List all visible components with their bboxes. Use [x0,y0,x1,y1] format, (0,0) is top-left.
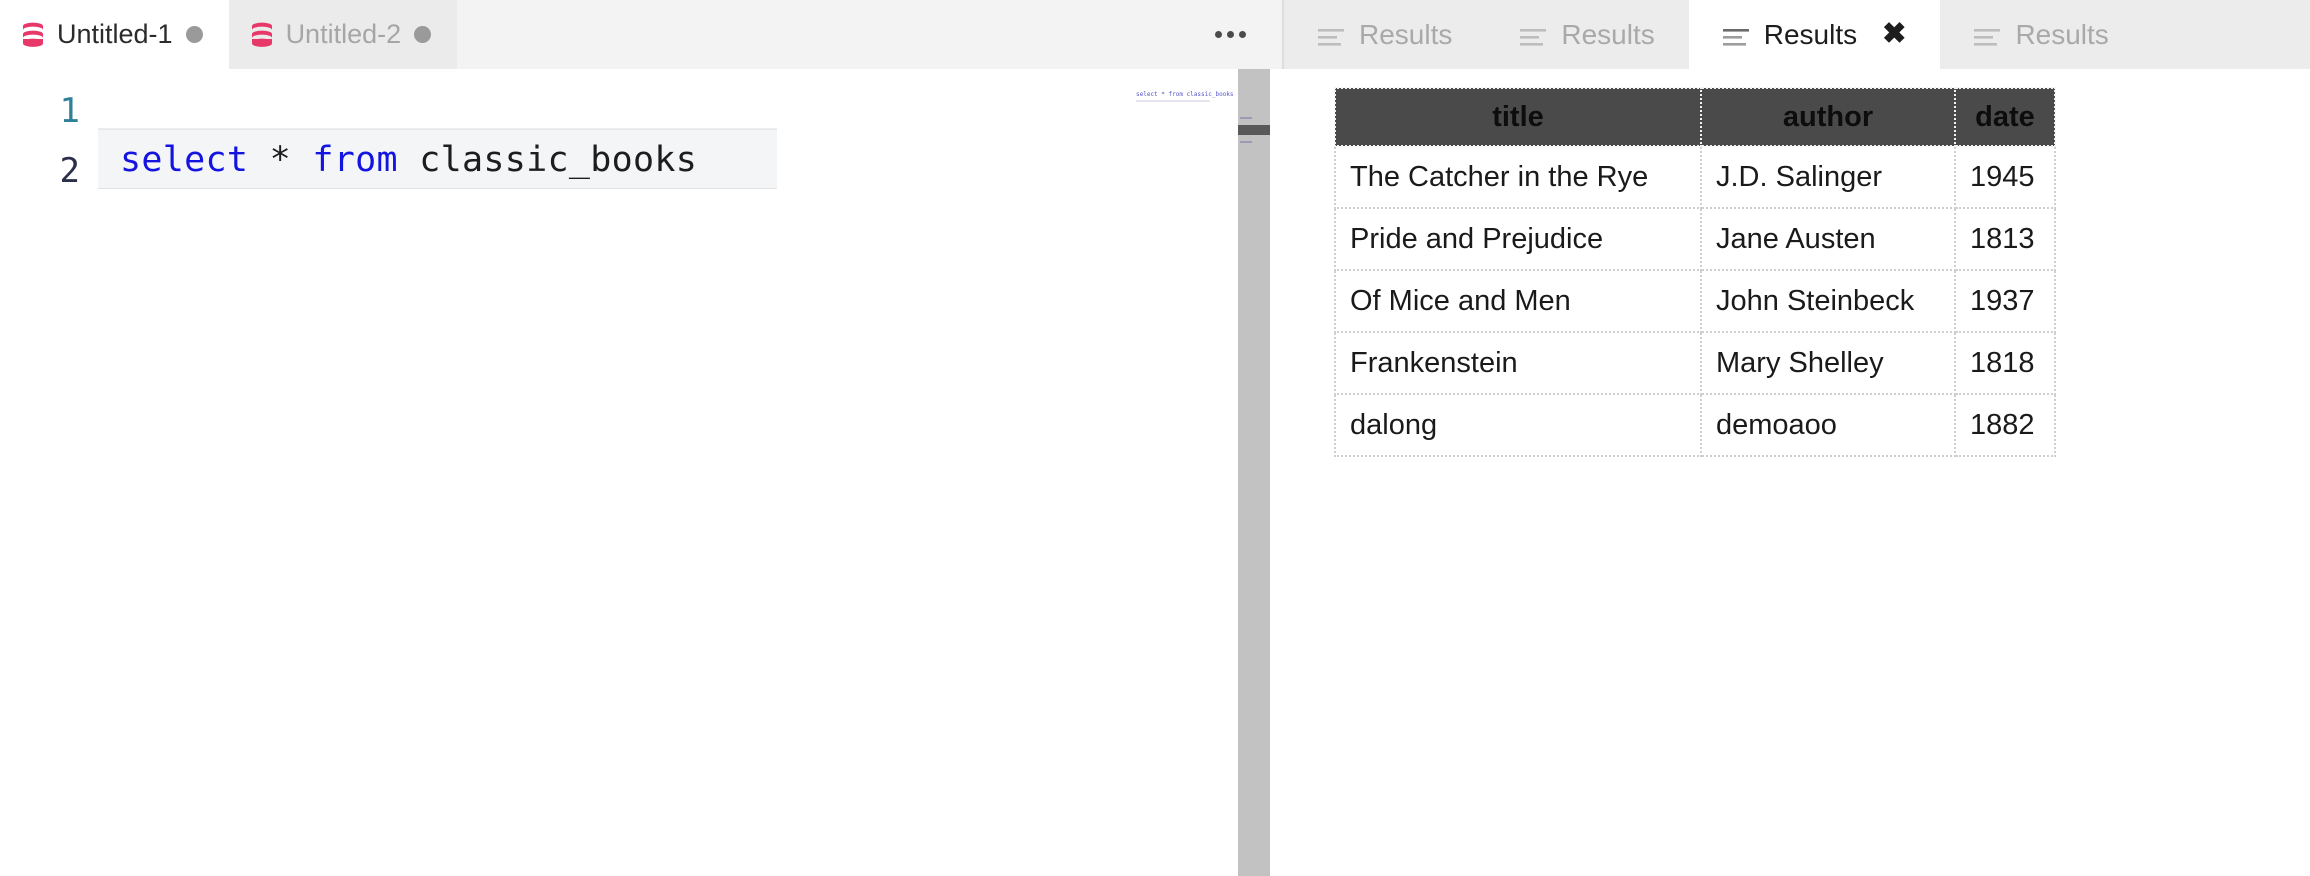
column-header-title[interactable]: title [1334,87,1702,147]
cell-author: Jane Austen [1700,207,1956,271]
results-tab-1[interactable]: Results [1284,0,1487,69]
editor-right-edge [1270,69,1282,876]
cell-title: Of Mice and Men [1334,269,1702,333]
results-tab-4[interactable]: Results [1940,0,2143,69]
cell-date: 1937 [1954,269,2056,333]
results-tab-label: Results [2015,18,2109,50]
results-tab-label: Results [1763,18,1858,50]
results-tab-2[interactable]: Results [1486,0,1689,69]
cell-title: The Catcher in the Rye [1334,145,1702,209]
scrollbar-tick [1240,141,1252,143]
cell-author: demoaoo [1700,393,1956,457]
table-header-row: title author date [1334,87,2056,147]
close-icon[interactable]: ✖ [1882,20,1906,49]
scrollbar-tick [1240,117,1252,119]
cell-title: Pride and Prejudice [1334,207,1702,271]
code-editing-area[interactable]: select * from classic_books [98,69,1282,876]
editor-tab-untitled-2[interactable]: Untitled-2 [228,0,458,69]
cell-author: John Steinbeck [1700,269,1956,333]
sql-table-identifier: classic_books [419,140,698,180]
results-table-body: The Catcher in the Rye J.D. Salinger 194… [1334,145,2056,457]
results-tab-strip: Results Results Results ✖ Results [1282,0,2310,69]
line-number-gutter: 1 2 [0,69,98,876]
cell-author: J.D. Salinger [1700,145,1956,209]
column-header-author[interactable]: author [1700,87,1956,147]
table-row[interactable]: The Catcher in the Rye J.D. Salinger 194… [1334,145,2056,209]
cell-date: 1945 [1954,145,2056,209]
cell-date: 1818 [1954,331,2056,395]
database-icon [251,22,273,48]
editor-tab-strip: Untitled-1 Untitled-2 [0,0,1282,69]
sql-keyword-from: from [312,140,398,180]
top-tab-bar: Untitled-1 Untitled-2 Results Results Re… [0,0,2310,69]
scrollbar-thumb[interactable] [1238,125,1270,135]
table-row[interactable]: Pride and Prejudice Jane Austen 1813 [1334,207,2056,271]
table-row[interactable]: Of Mice and Men John Steinbeck 1937 [1334,269,2056,333]
results-pane: title author date The Catcher in the Rye… [1282,69,2310,876]
table-row[interactable]: Frankenstein Mary Shelley 1818 [1334,331,2056,395]
cell-title: dalong [1334,393,1702,457]
editor-tab-strip-filler [457,0,1282,69]
sql-editor-pane: 1 2 select * from classic_books select *… [0,69,1282,876]
line-number-1: 1 [59,91,80,131]
ellipsis-icon[interactable] [1207,21,1254,48]
editor-vertical-scrollbar[interactable] [1238,69,1270,876]
list-icon [1974,24,2001,46]
unsaved-indicator-dot[interactable] [185,26,203,43]
code-line-2[interactable]: select * from classic_books [98,129,777,189]
list-icon [1722,24,1749,46]
results-table: title author date The Catcher in the Rye… [1334,87,2056,457]
editor-tab-label: Untitled-2 [285,19,402,49]
results-tab-label: Results [1359,18,1453,50]
main-body: 1 2 select * from classic_books select *… [0,69,2310,876]
database-icon [22,22,44,48]
sql-star-operator: * [269,140,291,180]
cell-date: 1882 [1954,393,2056,457]
cell-title: Frankenstein [1334,331,1702,395]
cell-date: 1813 [1954,207,2056,271]
sql-editor-window: Untitled-1 Untitled-2 Results Results Re… [0,0,2310,876]
sql-keyword-select: select [120,140,249,180]
editor-tab-untitled-1[interactable]: Untitled-1 [0,0,229,69]
editor-tab-label: Untitled-1 [57,19,173,49]
cell-author: Mary Shelley [1700,331,1956,395]
column-header-date[interactable]: date [1954,87,2056,147]
unsaved-indicator-dot[interactable] [414,26,432,43]
results-table-head: title author date [1334,87,2056,147]
minimap-line-marker [1136,100,1210,102]
code-line-1[interactable] [98,81,777,129]
results-tab-3-active[interactable]: Results ✖ [1688,0,1941,69]
minimap-code-preview: select * from classic_books [1136,91,1234,98]
list-icon [1520,24,1547,46]
line-number-2: 2 [59,151,80,191]
results-tab-label: Results [1561,18,1655,50]
table-row[interactable]: dalong demoaoo 1882 [1334,393,2056,457]
editor-minimap[interactable]: select * from classic_books [1132,69,1234,876]
list-icon [1318,24,1344,46]
